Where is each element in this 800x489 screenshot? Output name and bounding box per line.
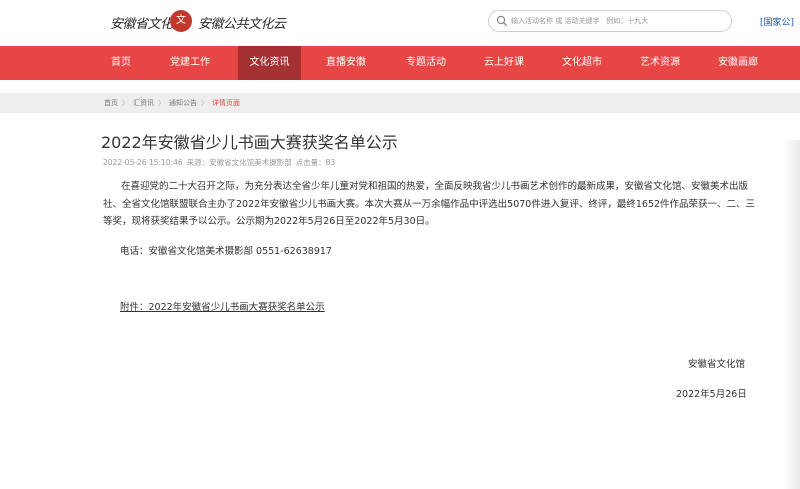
article-date: 2022-05-26 15:10:46 <box>103 158 183 167</box>
nav-item-culture-market[interactable]: 文化超市 <box>552 46 612 80</box>
article-source: 来源：安徽省文化馆美术摄影部 <box>186 158 292 167</box>
article-signer: 安徽省文化馆 <box>688 359 746 370</box>
breadcrumb-current: 详情页面 <box>212 99 240 107</box>
article-meta: 2022-05-26 15:10:46 来源：安徽省文化馆美术摄影部 点击量：83 <box>103 157 339 168</box>
search-box[interactable] <box>488 10 732 32</box>
nav-item-live-anhui[interactable]: 直播安徽 <box>316 46 376 80</box>
nav-item-anhui-gallery[interactable]: 安徽画廊 <box>708 46 768 80</box>
nav-item-cloud-courses[interactable]: 云上好课 <box>474 46 534 80</box>
article-contact: 电话：安徽省文化馆美术摄影部 0551-62638917 <box>120 246 332 257</box>
edge-shadow <box>784 140 800 489</box>
article-paragraph: 在喜迎党的二十大召开之际，为充分表达全省少年儿童对党和祖国的热爱，全面反映我省少… <box>103 181 756 227</box>
breadcrumb-separator: 〉 <box>158 99 165 107</box>
breadcrumb: 首页〉汇资讯〉通知公告〉详情页面 <box>104 93 240 113</box>
national-link[interactable]: [国家公] <box>760 15 794 28</box>
breadcrumb-bar: 首页〉汇资讯〉通知公告〉详情页面 <box>0 93 800 113</box>
breadcrumb-news[interactable]: 汇资讯 <box>133 99 154 107</box>
main-nav: 首页 党建工作 文化资讯 直播安徽 专题活动 云上好课 文化超市 艺术资源 安徽… <box>0 46 800 80</box>
article-title: 2022年安徽省少儿书画大赛获奖名单公示 <box>101 133 398 152</box>
logo-emblem-icon: 文 <box>170 10 192 32</box>
article-sign-date: 2022年5月26日 <box>676 389 747 400</box>
nav-item-art-resources[interactable]: 艺术资源 <box>630 46 690 80</box>
search-input[interactable] <box>511 13 725 29</box>
breadcrumb-separator: 〉 <box>201 99 208 107</box>
breadcrumb-notices[interactable]: 通知公告 <box>169 99 197 107</box>
breadcrumb-separator: 〉 <box>122 99 129 107</box>
article-clicks: 点击量：83 <box>295 158 336 167</box>
logo-public-culture-cloud[interactable]: 安徽公共文化云 <box>198 13 286 32</box>
nav-item-home[interactable]: 首页 <box>96 46 146 80</box>
nav-item-culture-news[interactable]: 文化资讯 <box>238 46 301 80</box>
nav-item-party-building[interactable]: 党建工作 <box>160 46 220 80</box>
attachment-link[interactable]: 附件：2022年安徽省少儿书画大赛获奖名单公示 <box>120 299 325 313</box>
site-header: 安徽省文化馆 文 安徽公共文化云 [国家公] <box>0 0 800 46</box>
nav-item-special-events[interactable]: 专题活动 <box>396 46 456 80</box>
search-icon[interactable] <box>496 15 508 27</box>
breadcrumb-home[interactable]: 首页 <box>104 99 118 107</box>
